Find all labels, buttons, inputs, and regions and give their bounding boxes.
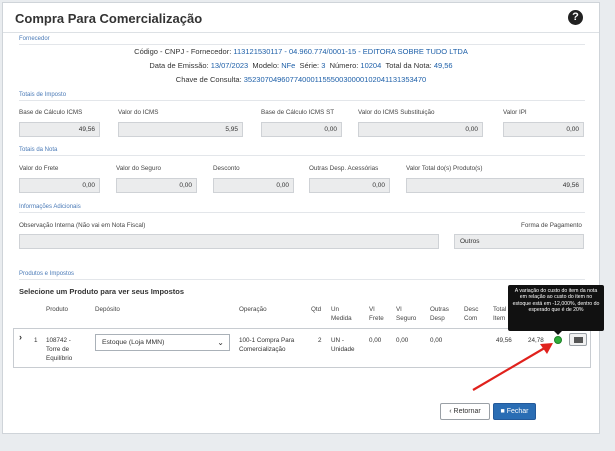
chave-label: Chave de Consulta: (175, 75, 242, 84)
outras-desp-label: Outras Desp. Acessórias (309, 165, 379, 172)
divider (19, 44, 585, 45)
emissao-value: 13/07/2023 (210, 61, 249, 70)
divider (19, 155, 585, 156)
numero-label: Número: (329, 61, 359, 70)
divider (19, 100, 585, 101)
image-icon[interactable] (569, 333, 587, 346)
section-info: Informações Adicionais (19, 204, 81, 210)
frete-field[interactable]: 0,00 (19, 178, 100, 193)
outras-desp-field[interactable]: 0,00 (309, 178, 390, 193)
deposito-select[interactable]: Estoque (Loja MMN) ⌄ (95, 334, 230, 351)
col-desc: Desc Com (464, 306, 479, 322)
divider (19, 212, 585, 213)
page: Compra Para Comercialização ? Fornecedor… (0, 0, 615, 451)
page-title: Compra Para Comercialização (15, 11, 203, 26)
valor-icms-sub-label: Valor do ICMS Substituição (358, 109, 435, 116)
desconto-field[interactable]: 0,00 (213, 178, 294, 193)
emissao-label: Data de Emissão: (149, 61, 209, 70)
deposito-value: Estoque (Loja MMN) (102, 339, 165, 346)
close-button[interactable]: ■ Fechar (493, 403, 536, 420)
total-label: Total da Nota: (385, 61, 432, 70)
divider (19, 279, 585, 280)
back-button[interactable]: ‹ Retornar (440, 403, 490, 420)
obs-field[interactable] (19, 234, 439, 249)
desconto-label: Desconto (213, 165, 240, 172)
cost-variation-tooltip: A variação do custo do item da nota em r… (508, 285, 604, 335)
supplier-code-line: Código - CNPJ - Fornecedor: 113121530117… (3, 47, 599, 56)
expand-row-icon[interactable]: › (19, 333, 22, 342)
lock-icon: ■ (500, 408, 505, 415)
products-heading: Selecione um Produto para ver seus Impos… (19, 287, 185, 296)
row-un: UN - Unidade (331, 337, 355, 353)
section-fornecedor: Fornecedor (19, 36, 50, 42)
base-icms-st-field[interactable]: 0,00 (261, 122, 342, 137)
base-icms-st-label: Base de Cálculo ICMS ST (261, 109, 335, 116)
obs-label: Observação Interna (Não vai em Nota Fisc… (19, 222, 146, 229)
title-bar: Compra Para Comercialização ? (3, 3, 599, 33)
serie-value: 3 (321, 61, 326, 70)
valor-icms-field[interactable]: 5,95 (118, 122, 243, 137)
modelo-value: NFe (281, 61, 296, 70)
seguro-label: Valor do Seguro (116, 165, 162, 172)
pagamento-field[interactable]: Outros (454, 234, 584, 249)
serie-label: Série: (299, 61, 320, 70)
modelo-label: Modelo: (252, 61, 280, 70)
numero-value: 10204 (360, 61, 382, 70)
row-index: 1 (34, 337, 38, 344)
annotation-arrow-icon (472, 343, 553, 391)
question-circle-icon[interactable]: ? (568, 10, 583, 25)
base-icms-label: Base de Cálculo ICMS (19, 109, 83, 116)
row-operacao: 100-1 Compra Para Comercialização (239, 337, 295, 353)
section-nota: Totais da Nota (19, 147, 58, 153)
row-frete: 0,00 (369, 337, 382, 344)
valor-ipi-field[interactable]: 0,00 (503, 122, 584, 137)
base-icms-field[interactable]: 49,56 (19, 122, 100, 137)
col-frete: Vl Frete (369, 306, 384, 322)
col-qtd: Qtd (311, 306, 322, 313)
total-produtos-label: Valor Total do(s) Produto(s) (406, 165, 483, 172)
purchase-panel: Compra Para Comercialização ? Fornecedor… (2, 2, 604, 434)
total-value: 49,56 (433, 61, 453, 70)
total-produtos-field[interactable]: 49,56 (406, 178, 584, 193)
valor-ipi-label: Valor IPI (503, 109, 527, 116)
chevron-down-icon: ⌄ (217, 338, 224, 347)
supplier-code-label: Código - CNPJ - Fornecedor: (134, 47, 232, 56)
pagamento-label: Forma de Pagamento (521, 222, 582, 229)
section-impostos: Totais de Imposto (19, 92, 67, 98)
col-seguro: Vl Seguro (396, 306, 417, 322)
row-outras: 0,00 (430, 337, 443, 344)
seguro-field[interactable]: 0,00 (116, 178, 197, 193)
col-outras: Outras Desp (430, 306, 449, 322)
col-deposito: Depósito (95, 306, 120, 313)
supplier-code-value: 113121530117 - 04.960.774/0001-15 - EDIT… (233, 47, 468, 56)
section-produtos: Produtos e Impostos (19, 271, 75, 277)
chave-value: 3523070496077400011555003000010204113135… (243, 75, 427, 84)
col-un: Un Medida (331, 306, 352, 322)
chave-line: Chave de Consulta: 352307049607740001155… (3, 75, 599, 84)
close-button-label: Fechar (506, 408, 529, 415)
frete-label: Valor do Frete (19, 165, 59, 172)
row-produto: 108742 - Torre de Equilíbrio (46, 337, 73, 362)
valor-icms-label: Valor do ICMS (118, 109, 159, 116)
col-produto: Produto (46, 306, 69, 313)
supplier-details-line: Data de Emissão: 13/07/2023 Modelo: NFe … (3, 61, 599, 70)
valor-icms-sub-field[interactable]: 0,00 (358, 122, 483, 137)
row-seguro: 0,00 (396, 337, 409, 344)
col-operacao: Operação (239, 306, 267, 313)
row-qtd: 2 (318, 337, 322, 344)
